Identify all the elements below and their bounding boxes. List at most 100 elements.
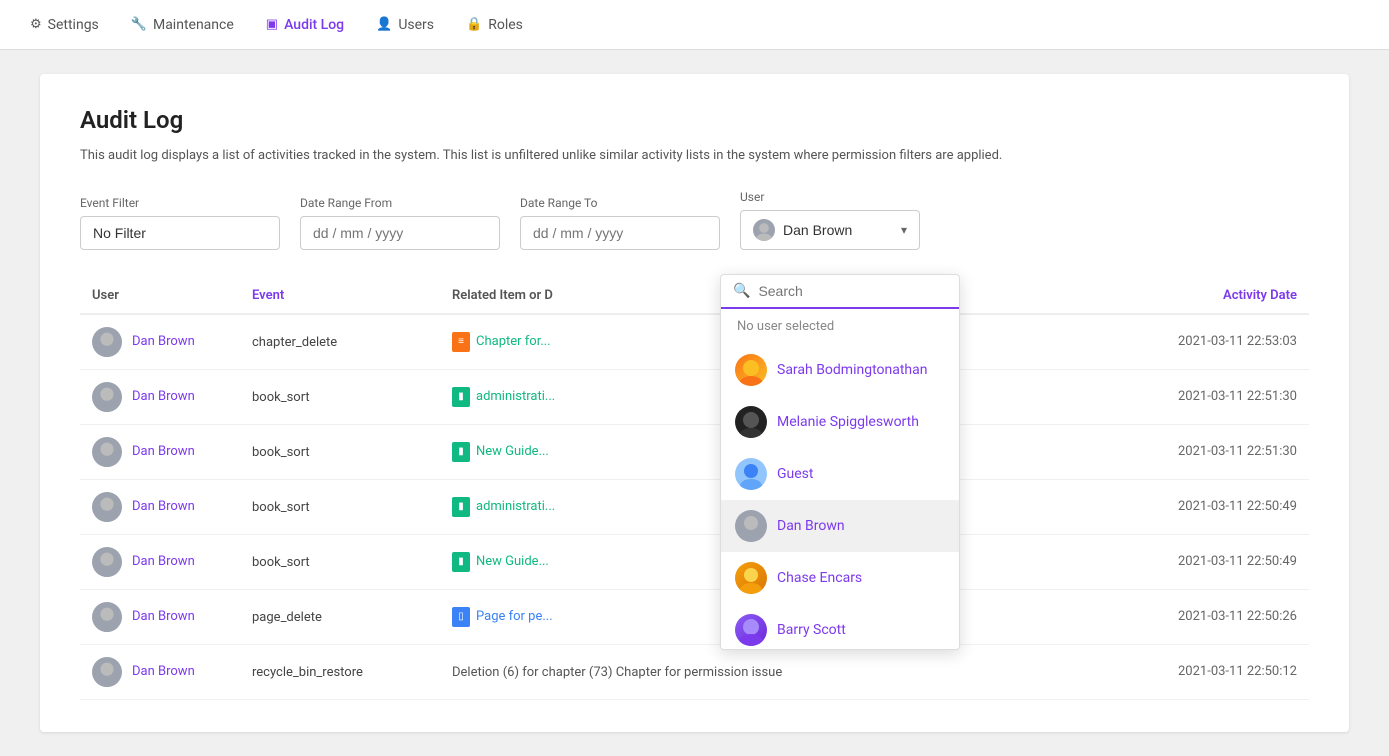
user-cell: Dan Brown <box>92 547 228 577</box>
user-cell: Dan Brown <box>92 492 228 522</box>
row-avatar <box>92 382 122 412</box>
event-text: book_sort <box>252 500 310 515</box>
row-avatar <box>92 492 122 522</box>
dropdown-item-guest[interactable]: Guest <box>721 448 959 500</box>
nav-settings[interactable]: ⚙ Settings <box>16 9 113 41</box>
table-row: Dan Brown page_delete ▯ Page for pe... 2… <box>80 589 1309 644</box>
related-link[interactable]: Page for pe... <box>476 609 553 624</box>
table-row: Dan Brown chapter_delete ≡ Chapter for..… <box>80 314 1309 370</box>
page-description: This audit log displays a list of activi… <box>80 146 1309 166</box>
user-link[interactable]: Dan Brown <box>132 554 195 569</box>
nav-maintenance[interactable]: 🔧 Maintenance <box>117 9 248 41</box>
user-link[interactable]: Dan Brown <box>132 444 195 459</box>
dropdown-item-chase[interactable]: Chase Encars <box>721 552 959 604</box>
filters-row: Event Filter Date Range From Date Range … <box>80 190 1309 250</box>
dropdown-search-input[interactable] <box>758 283 947 299</box>
col-user: User <box>80 278 240 314</box>
table-row: Dan Brown recycle_bin_restore Deletion (6… <box>80 644 1309 699</box>
user-link[interactable]: Dan Brown <box>132 609 195 624</box>
page-title: Audit Log <box>80 106 1309 134</box>
date-from-input[interactable] <box>300 216 500 250</box>
related-text: Deletion (6) for chapter (73) Chapter fo… <box>452 665 782 680</box>
col-event: Event <box>240 278 440 314</box>
settings-icon: ⚙ <box>30 17 42 32</box>
user-link[interactable]: Dan Brown <box>132 389 195 404</box>
main-content: Audit Log This audit log displays a list… <box>40 74 1349 732</box>
page-icon: ▯ <box>452 607 470 627</box>
user-filter-label: User <box>740 190 920 204</box>
guest-avatar <box>735 458 767 490</box>
table-row: Dan Brown book_sort ▮ New Guide... 2021-… <box>80 534 1309 589</box>
user-filter-name: Dan Brown <box>783 222 852 238</box>
top-navigation: ⚙ Settings 🔧 Maintenance ▣ Audit Log 👤 U… <box>0 0 1389 50</box>
dan-brown-avatar-img <box>753 219 775 241</box>
sarah-name: Sarah Bodmingtonathan <box>777 362 928 378</box>
date-cell: 2021-03-11 22:50:49 <box>1109 479 1309 534</box>
event-text: page_delete <box>252 610 322 625</box>
user-cell: Dan Brown <box>92 657 228 687</box>
no-user-option[interactable]: No user selected <box>721 309 959 344</box>
date-to-label: Date Range To <box>520 196 720 210</box>
user-cell: Dan Brown <box>92 437 228 467</box>
date-cell: 2021-03-11 22:51:30 <box>1109 369 1309 424</box>
dropdown-item-dan[interactable]: Dan Brown <box>721 500 959 552</box>
nav-audit-log[interactable]: ▣ Audit Log <box>252 9 358 41</box>
book-icon: ▮ <box>452 497 470 517</box>
maintenance-icon: 🔧 <box>131 17 147 32</box>
user-cell: Dan Brown <box>92 327 228 357</box>
date-to-input[interactable] <box>520 216 720 250</box>
dropdown-item-barry[interactable]: Barry Scott <box>721 604 959 649</box>
table-row: Dan Brown book_sort ▮ New Guide... 2021-… <box>80 424 1309 479</box>
search-icon: 🔍 <box>733 283 750 299</box>
roles-icon: 🔒 <box>466 17 482 32</box>
book-icon: ▮ <box>452 552 470 572</box>
row-avatar <box>92 437 122 467</box>
event-text: book_sort <box>252 555 310 570</box>
row-avatar <box>92 327 122 357</box>
book-icon: ▮ <box>452 442 470 462</box>
date-from-group: Date Range From <box>300 196 500 250</box>
chase-name: Chase Encars <box>777 570 862 586</box>
user-link[interactable]: Dan Brown <box>132 334 195 349</box>
user-filter-avatar <box>753 219 775 241</box>
user-filter-group: User Dan Brown ▾ <box>740 190 920 250</box>
audit-log-icon: ▣ <box>266 17 278 32</box>
date-cell: 2021-03-11 22:50:12 <box>1109 644 1309 699</box>
table-row: Dan Brown book_sort ▮ administrati... 20… <box>80 479 1309 534</box>
nav-users[interactable]: 👤 Users <box>362 9 448 41</box>
related-link[interactable]: Chapter for... <box>476 334 551 349</box>
related-link[interactable]: administrati... <box>476 389 555 404</box>
dropdown-search-container: 🔍 <box>721 275 959 309</box>
dropdown-item-melanie[interactable]: Melanie Spigglesworth <box>721 396 959 448</box>
dropdown-item-sarah[interactable]: Sarah Bodmingtonathan <box>721 344 959 396</box>
dan-name: Dan Brown <box>777 518 845 534</box>
event-text: book_sort <box>252 445 310 460</box>
event-filter-group: Event Filter <box>80 196 280 250</box>
date-cell: 2021-03-11 22:51:30 <box>1109 424 1309 479</box>
date-to-group: Date Range To <box>520 196 720 250</box>
event-text: chapter_delete <box>252 335 337 350</box>
related-link[interactable]: New Guide... <box>476 444 549 459</box>
chevron-down-icon: ▾ <box>901 223 907 237</box>
related-link[interactable]: administrati... <box>476 499 555 514</box>
user-link[interactable]: Dan Brown <box>132 499 195 514</box>
event-text: recycle_bin_restore <box>252 665 363 680</box>
nav-roles[interactable]: 🔒 Roles <box>452 9 537 41</box>
date-from-label: Date Range From <box>300 196 500 210</box>
guest-name: Guest <box>777 466 813 482</box>
table-row: Dan Brown book_sort ▮ administrati... 20… <box>80 369 1309 424</box>
user-cell: Dan Brown <box>92 382 228 412</box>
date-cell: 2021-03-11 22:50:49 <box>1109 534 1309 589</box>
event-filter-input[interactable] <box>80 216 280 250</box>
melanie-avatar <box>735 406 767 438</box>
user-dropdown: 🔍 No user selected Sarah Bodmingtonathan… <box>720 274 960 650</box>
row-avatar <box>92 602 122 632</box>
user-filter-button[interactable]: Dan Brown ▾ <box>740 210 920 250</box>
date-cell: 2021-03-11 22:53:03 <box>1109 314 1309 370</box>
user-link[interactable]: Dan Brown <box>132 664 195 679</box>
barry-avatar <box>735 614 767 646</box>
related-link[interactable]: New Guide... <box>476 554 549 569</box>
melanie-name: Melanie Spigglesworth <box>777 414 919 430</box>
col-date: Activity Date <box>1109 278 1309 314</box>
dan-avatar <box>735 510 767 542</box>
